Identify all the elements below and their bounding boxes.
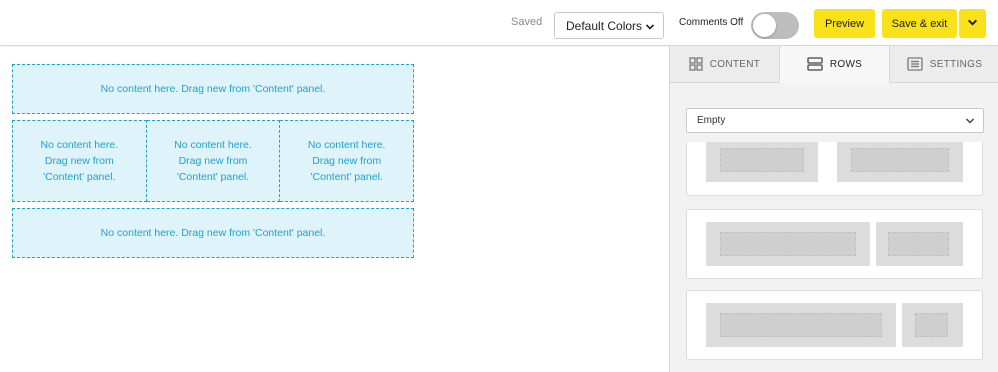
row-layout-card[interactable] — [686, 142, 983, 196]
color-scheme-dropdown[interactable]: Default Colors — [554, 12, 664, 39]
top-toolbar: Saved Default Colors Comments Off Previe… — [0, 0, 998, 46]
placeholder-line: No content here. — [174, 139, 252, 151]
placeholder-line: Drag new from — [312, 155, 382, 167]
panel-tabs: CONTENT ROWS SETTINGS — [670, 46, 998, 83]
placeholder-line: Drag new from — [178, 155, 248, 167]
rows-icon — [807, 57, 823, 71]
empty-column-placeholder[interactable]: No content here. Drag new from 'Content'… — [280, 120, 415, 202]
tab-rows[interactable]: ROWS — [779, 46, 890, 83]
empty-column-placeholder[interactable]: No content here. Drag new from 'Content'… — [146, 120, 281, 202]
column-preview — [706, 222, 870, 266]
row-type-dropdown[interactable]: Empty — [686, 108, 984, 133]
side-panel: CONTENT ROWS SETTINGS Empty — [669, 46, 998, 372]
column-preview — [706, 303, 896, 347]
placeholder-line: 'Content' panel. — [176, 171, 250, 183]
column-preview — [876, 222, 963, 266]
chevron-down-icon — [967, 17, 978, 31]
chevron-down-icon — [965, 116, 975, 129]
placeholder-line: Drag new from — [44, 155, 114, 167]
comments-toggle-label: Comments Off — [679, 17, 744, 28]
canvas-row[interactable]: No content here. Drag new from 'Content'… — [12, 64, 414, 114]
empty-column-placeholder[interactable]: No content here. Drag new from 'Content'… — [12, 64, 414, 114]
row-type-value: Empty — [697, 115, 726, 126]
settings-list-icon — [907, 57, 923, 71]
chevron-down-icon — [645, 21, 655, 35]
tab-content[interactable]: CONTENT — [670, 46, 779, 82]
placeholder-line: 'Content' panel. — [43, 171, 116, 183]
color-scheme-value: Default Colors — [566, 18, 643, 33]
placeholder-line: No content here. — [40, 139, 119, 151]
save-status: Saved — [511, 16, 543, 28]
row-layout-card[interactable] — [686, 290, 983, 360]
save-and-exit-button[interactable]: Save & exit — [882, 9, 957, 38]
column-preview — [837, 142, 963, 182]
empty-column-placeholder[interactable]: No content here. Drag new from 'Content'… — [12, 120, 147, 202]
grid-icon — [689, 57, 703, 71]
toggle-knob — [753, 14, 776, 37]
empty-column-placeholder[interactable]: No content here. Drag new from 'Content'… — [12, 208, 414, 258]
save-options-button[interactable] — [959, 9, 986, 38]
placeholder-line: No content here. — [307, 139, 386, 151]
tab-label: CONTENT — [709, 58, 761, 70]
canvas-row[interactable]: No content here. Drag new from 'Content'… — [12, 120, 415, 202]
preview-button[interactable]: Preview — [814, 9, 875, 38]
tab-settings[interactable]: SETTINGS — [890, 46, 998, 82]
column-preview — [706, 142, 818, 182]
column-preview — [902, 303, 963, 347]
comments-toggle[interactable] — [751, 12, 799, 39]
canvas-row[interactable]: No content here. Drag new from 'Content'… — [12, 208, 414, 258]
tab-label: SETTINGS — [929, 58, 983, 70]
email-canvas: No content here. Drag new from 'Content'… — [0, 47, 669, 372]
placeholder-line: 'Content' panel. — [310, 171, 383, 183]
row-layout-card[interactable] — [686, 209, 983, 279]
tab-label: ROWS — [829, 58, 863, 70]
